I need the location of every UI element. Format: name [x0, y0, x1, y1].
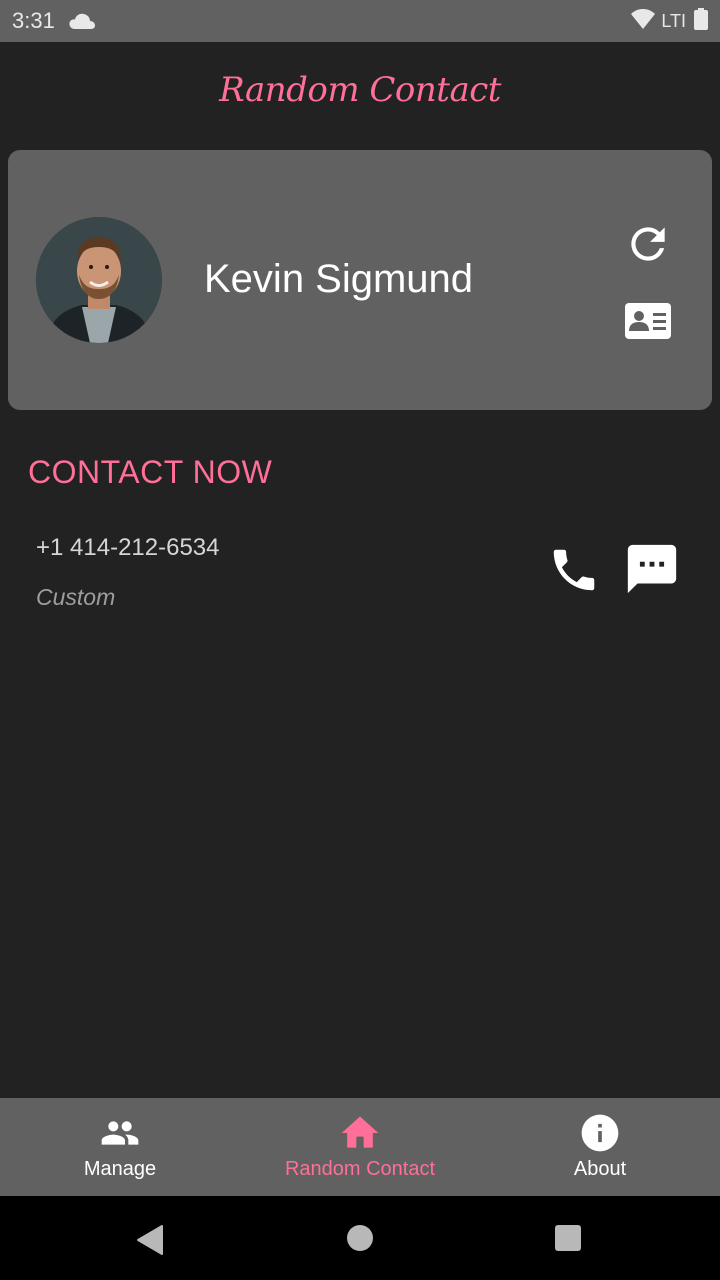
cloud-icon — [69, 12, 95, 30]
network-label: LTI — [661, 10, 686, 31]
phone-icon — [547, 543, 601, 601]
home-button-icon[interactable] — [346, 1224, 374, 1256]
app-screen: 3:31 LTI Random Contact Kevin Sigmund CO… — [0, 0, 720, 1280]
phone-number: +1 414-212-6534 — [36, 534, 220, 561]
call-button[interactable] — [544, 542, 604, 602]
back-icon[interactable] — [136, 1224, 166, 1260]
nav-item-manage[interactable]: Manage — [0, 1098, 240, 1196]
message-icon — [623, 540, 681, 602]
nav-label-manage: Manage — [83, 1158, 157, 1180]
app-title: Random Contact — [219, 70, 501, 110]
contact-avatar[interactable] — [36, 217, 162, 343]
system-navigation-bar — [0, 1196, 720, 1280]
recent-apps-icon[interactable] — [554, 1224, 582, 1256]
nav-label-random-contact: Random Contact — [284, 1158, 436, 1180]
contact-details-button[interactable] — [620, 300, 676, 346]
status-time: 3:31 — [12, 8, 55, 33]
wifi-icon — [631, 9, 656, 33]
bottom-navigation: Manage Random Contact About — [0, 1098, 720, 1196]
people-icon — [97, 1112, 143, 1154]
phone-type: Custom — [36, 584, 116, 610]
contact-card-icon — [625, 303, 671, 343]
contact-name: Kevin Sigmund — [204, 257, 474, 301]
status-indicators: LTI — [631, 8, 708, 34]
nav-item-about[interactable]: About — [480, 1098, 720, 1196]
info-icon — [578, 1112, 622, 1154]
nav-label-about: About — [573, 1158, 627, 1180]
message-button[interactable] — [620, 540, 684, 602]
contact-now-heading: CONTACT NOW — [28, 454, 273, 490]
contact-card: Kevin Sigmund — [8, 150, 712, 410]
refresh-icon — [623, 219, 673, 273]
home-icon — [337, 1112, 383, 1154]
nav-item-random-contact[interactable]: Random Contact — [240, 1098, 480, 1196]
battery-icon — [694, 8, 708, 34]
status-bar: 3:31 LTI — [0, 0, 720, 42]
refresh-button[interactable] — [620, 218, 676, 274]
